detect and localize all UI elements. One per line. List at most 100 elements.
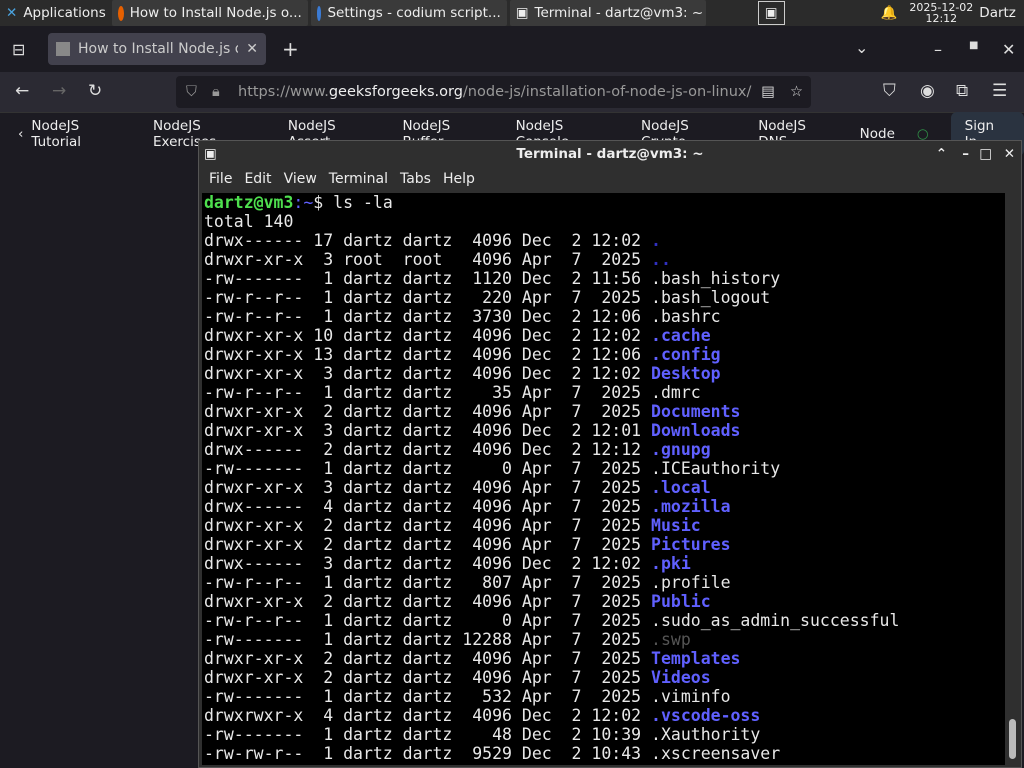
file-name: Documents — [651, 402, 741, 421]
chevron-left-icon[interactable]: ‹ — [18, 126, 23, 142]
file-name: .config — [651, 345, 721, 364]
file-meta: drwxr-xr-x 3 dartz dartz 4096 Dec 2 12:0… — [204, 421, 652, 440]
menu-file[interactable]: File — [209, 171, 240, 187]
file-meta: -rw-rw-r-- 1 dartz dartz 9529 Dec 2 10:4… — [204, 744, 652, 763]
terminal-icon: ▣ — [204, 145, 217, 162]
file-name: Desktop — [651, 364, 721, 383]
codium-icon — [316, 5, 322, 21]
account-icon[interactable]: ◉ — [920, 81, 935, 101]
listing-row: drwxr-xr-x 3 dartz dartz 4096 Apr 7 2025… — [204, 478, 1005, 497]
file-name: Music — [651, 516, 701, 535]
file-meta: drwxr-xr-x 3 root root 4096 Apr 7 2025 — [204, 250, 652, 269]
file-meta: -rw------- 1 dartz dartz 12288 Apr 7 202… — [204, 630, 652, 649]
firefox-icon — [117, 5, 124, 21]
task-terminal[interactable]: ▣ Terminal - dartz@vm3: ~ — [509, 0, 706, 26]
extensions-icon[interactable]: ⧉ — [956, 81, 968, 101]
listing-row: -rw-r--r-- 1 dartz dartz 3730 Dec 2 12:0… — [204, 307, 1005, 326]
file-meta: drwxr-xr-x 3 dartz dartz 4096 Apr 7 2025 — [204, 478, 652, 497]
reader-view-icon[interactable]: ▤ — [761, 84, 775, 100]
gfg-favicon — [56, 42, 70, 56]
file-name: Videos — [651, 668, 711, 687]
listing-row: drwxr-xr-x 2 dartz dartz 4096 Apr 7 2025… — [204, 668, 1005, 687]
tab-overflow-icon[interactable]: ⌄ — [855, 38, 868, 57]
reload-icon[interactable]: ↻ — [88, 81, 102, 101]
listing-row: drwxr-xr-x 3 root root 4096 Apr 7 2025 .… — [204, 250, 1005, 269]
nav-link[interactable]: NodeJS Tutorial — [31, 118, 131, 150]
menu-icon[interactable]: ☰ — [992, 81, 1007, 101]
file-name: .cache — [651, 326, 711, 345]
listing-row: drwxr-xr-x 13 dartz dartz 4096 Dec 2 12:… — [204, 345, 1005, 364]
file-name: .xscreensaver — [651, 744, 781, 763]
minimize-button[interactable]: – — [934, 40, 942, 59]
listing-row: drwx------ 2 dartz dartz 4096 Dec 2 12:1… — [204, 440, 1005, 459]
listing-row: drwxr-xr-x 10 dartz dartz 4096 Dec 2 12:… — [204, 326, 1005, 345]
chevron-up-icon[interactable]: ⌃ — [936, 146, 947, 162]
menu-help[interactable]: Help — [443, 171, 483, 187]
close-window-button[interactable]: ✕ — [1002, 40, 1015, 59]
back-icon[interactable]: ← — [15, 81, 29, 101]
menu-edit[interactable]: Edit — [244, 171, 279, 187]
notification-bell-icon[interactable]: 🔔 — [875, 0, 904, 26]
file-meta: -rw-r--r-- 1 dartz dartz 220 Apr 7 2025 — [204, 288, 652, 307]
file-name: .bashrc — [651, 307, 721, 326]
listing-row: -rw-rw-r-- 1 dartz dartz 9529 Dec 2 10:4… — [204, 744, 1005, 763]
file-meta: drwx------ 3 dartz dartz 4096 Dec 2 12:0… — [204, 554, 652, 573]
close-tab-icon[interactable]: ✕ — [246, 41, 258, 57]
listing-row: -rw------- 1 dartz dartz 12288 Apr 7 202… — [204, 630, 1005, 649]
file-meta: -rw-r--r-- 1 dartz dartz 807 Apr 7 2025 — [204, 573, 652, 592]
file-meta: drwxr-xr-x 2 dartz dartz 4096 Apr 7 2025 — [204, 649, 652, 668]
maximize-button[interactable]: ■ — [969, 40, 978, 51]
user-menu[interactable]: Dartz — [973, 0, 1022, 26]
file-meta: -rw------- 1 dartz dartz 532 Apr 7 2025 — [204, 687, 652, 706]
applications-menu[interactable]: ✕ Applications — [0, 0, 112, 26]
total-line: total 140 — [204, 212, 294, 231]
terminal-titlebar[interactable]: ▣ Terminal - dartz@vm3: ~ ⌃ – □ ✕ — [199, 141, 1021, 166]
file-meta: drwx------ 17 dartz dartz 4096 Dec 2 12:… — [204, 231, 652, 250]
terminal-output[interactable]: dartz@vm3:~$ ls -la total 140 drwx------ 1… — [202, 193, 1005, 765]
file-name: .bash_history — [651, 269, 781, 288]
task-codium[interactable]: Settings - codium script... — [310, 0, 507, 26]
file-meta: -rw-r--r-- 1 dartz dartz 3730 Dec 2 12:0… — [204, 307, 652, 326]
file-meta: -rw------- 1 dartz dartz 48 Dec 2 10:39 — [204, 725, 652, 744]
terminal-launcher[interactable]: ▣ — [757, 1, 785, 25]
taskbar: ✕ Applications How to Install Node.js o..… — [0, 0, 1024, 26]
scrollbar[interactable] — [1007, 193, 1017, 765]
file-meta: -rw-r--r-- 1 dartz dartz 35 Apr 7 2025 — [204, 383, 652, 402]
bookmark-star-icon[interactable]: ☆ — [790, 84, 803, 100]
task-firefox[interactable]: How to Install Node.js o... — [111, 0, 308, 26]
listing-row: drwxr-xr-x 2 dartz dartz 4096 Apr 7 2025… — [204, 649, 1005, 668]
file-name: .swp — [651, 630, 691, 649]
new-tab-button[interactable]: + — [282, 37, 299, 61]
tab-list-icon[interactable]: ⊟ — [12, 40, 25, 59]
file-name: .. — [651, 250, 671, 269]
close-button[interactable]: ✕ — [1004, 146, 1015, 162]
forward-icon[interactable]: → — [52, 81, 66, 101]
browser-tab[interactable]: How to Install Node.js on ✕ — [48, 33, 266, 65]
file-meta: drwxr-xr-x 13 dartz dartz 4096 Dec 2 12:… — [204, 345, 652, 364]
file-name: .viminfo — [651, 687, 731, 706]
file-meta: drwxr-xr-x 2 dartz dartz 4096 Apr 7 2025 — [204, 535, 652, 554]
listing-row: -rw------- 1 dartz dartz 48 Dec 2 10:39 … — [204, 725, 1005, 744]
url-bar[interactable]: ⛉ 🔒︎ https://www. geeksforgeeks.org/node-… — [176, 76, 811, 108]
file-name: .local — [651, 478, 711, 497]
xfce-icon: ✕ — [6, 5, 18, 21]
pocket-icon[interactable]: ⛉ — [883, 81, 896, 101]
listing-row: drwxr-xr-x 3 dartz dartz 4096 Dec 2 12:0… — [204, 421, 1005, 440]
maximize-button[interactable]: □ — [979, 146, 992, 162]
menu-tabs[interactable]: Tabs — [400, 171, 439, 187]
minimize-button[interactable]: – — [962, 146, 969, 162]
file-name: .sudo_as_admin_successful — [651, 611, 900, 630]
menu-terminal[interactable]: Terminal — [329, 171, 396, 187]
lock-icon: 🔒︎ — [212, 84, 220, 100]
listing-row: drwxr-xr-x 3 dartz dartz 4096 Dec 2 12:0… — [204, 364, 1005, 383]
scrollbar-thumb[interactable] — [1009, 719, 1016, 759]
menu-view[interactable]: View — [284, 171, 325, 187]
listing-row: -rw-r--r-- 1 dartz dartz 35 Apr 7 2025 .… — [204, 383, 1005, 402]
file-name: .bash_logout — [651, 288, 771, 307]
listing-row: drwxr-xr-x 2 dartz dartz 4096 Apr 7 2025… — [204, 592, 1005, 611]
file-meta: drwxr-xr-x 10 dartz dartz 4096 Dec 2 12:… — [204, 326, 652, 345]
file-meta: drwxr-xr-x 2 dartz dartz 4096 Apr 7 2025 — [204, 402, 652, 421]
file-meta: -rw------- 1 dartz dartz 1120 Dec 2 11:5… — [204, 269, 652, 288]
listing-row: drwx------ 4 dartz dartz 4096 Apr 7 2025… — [204, 497, 1005, 516]
file-meta: drwxr-xr-x 3 dartz dartz 4096 Dec 2 12:0… — [204, 364, 652, 383]
